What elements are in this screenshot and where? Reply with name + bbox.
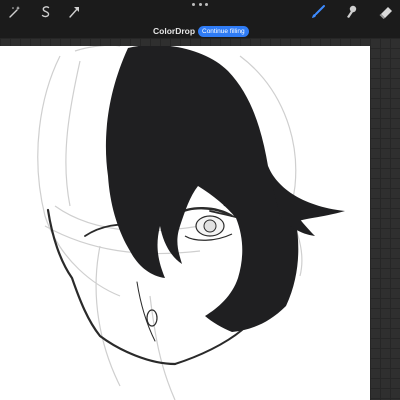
drawing-artwork	[37, 46, 345, 400]
top-toolbar	[0, 0, 400, 24]
hair-fill	[105, 46, 345, 332]
colordrop-label: ColorDrop	[153, 26, 196, 36]
brush-icon[interactable]	[307, 1, 329, 23]
drawing-canvas[interactable]	[0, 46, 370, 400]
magic-wand-icon[interactable]	[3, 1, 25, 23]
transform-icon[interactable]	[63, 1, 85, 23]
selection-icon[interactable]	[35, 1, 57, 23]
colordrop-bar: ColorDrop Continue filling	[0, 24, 400, 38]
smudge-icon[interactable]	[340, 1, 362, 23]
more-icon[interactable]	[192, 1, 208, 7]
continue-filling-button[interactable]: Continue filling	[198, 25, 249, 37]
eraser-icon[interactable]	[375, 1, 397, 23]
